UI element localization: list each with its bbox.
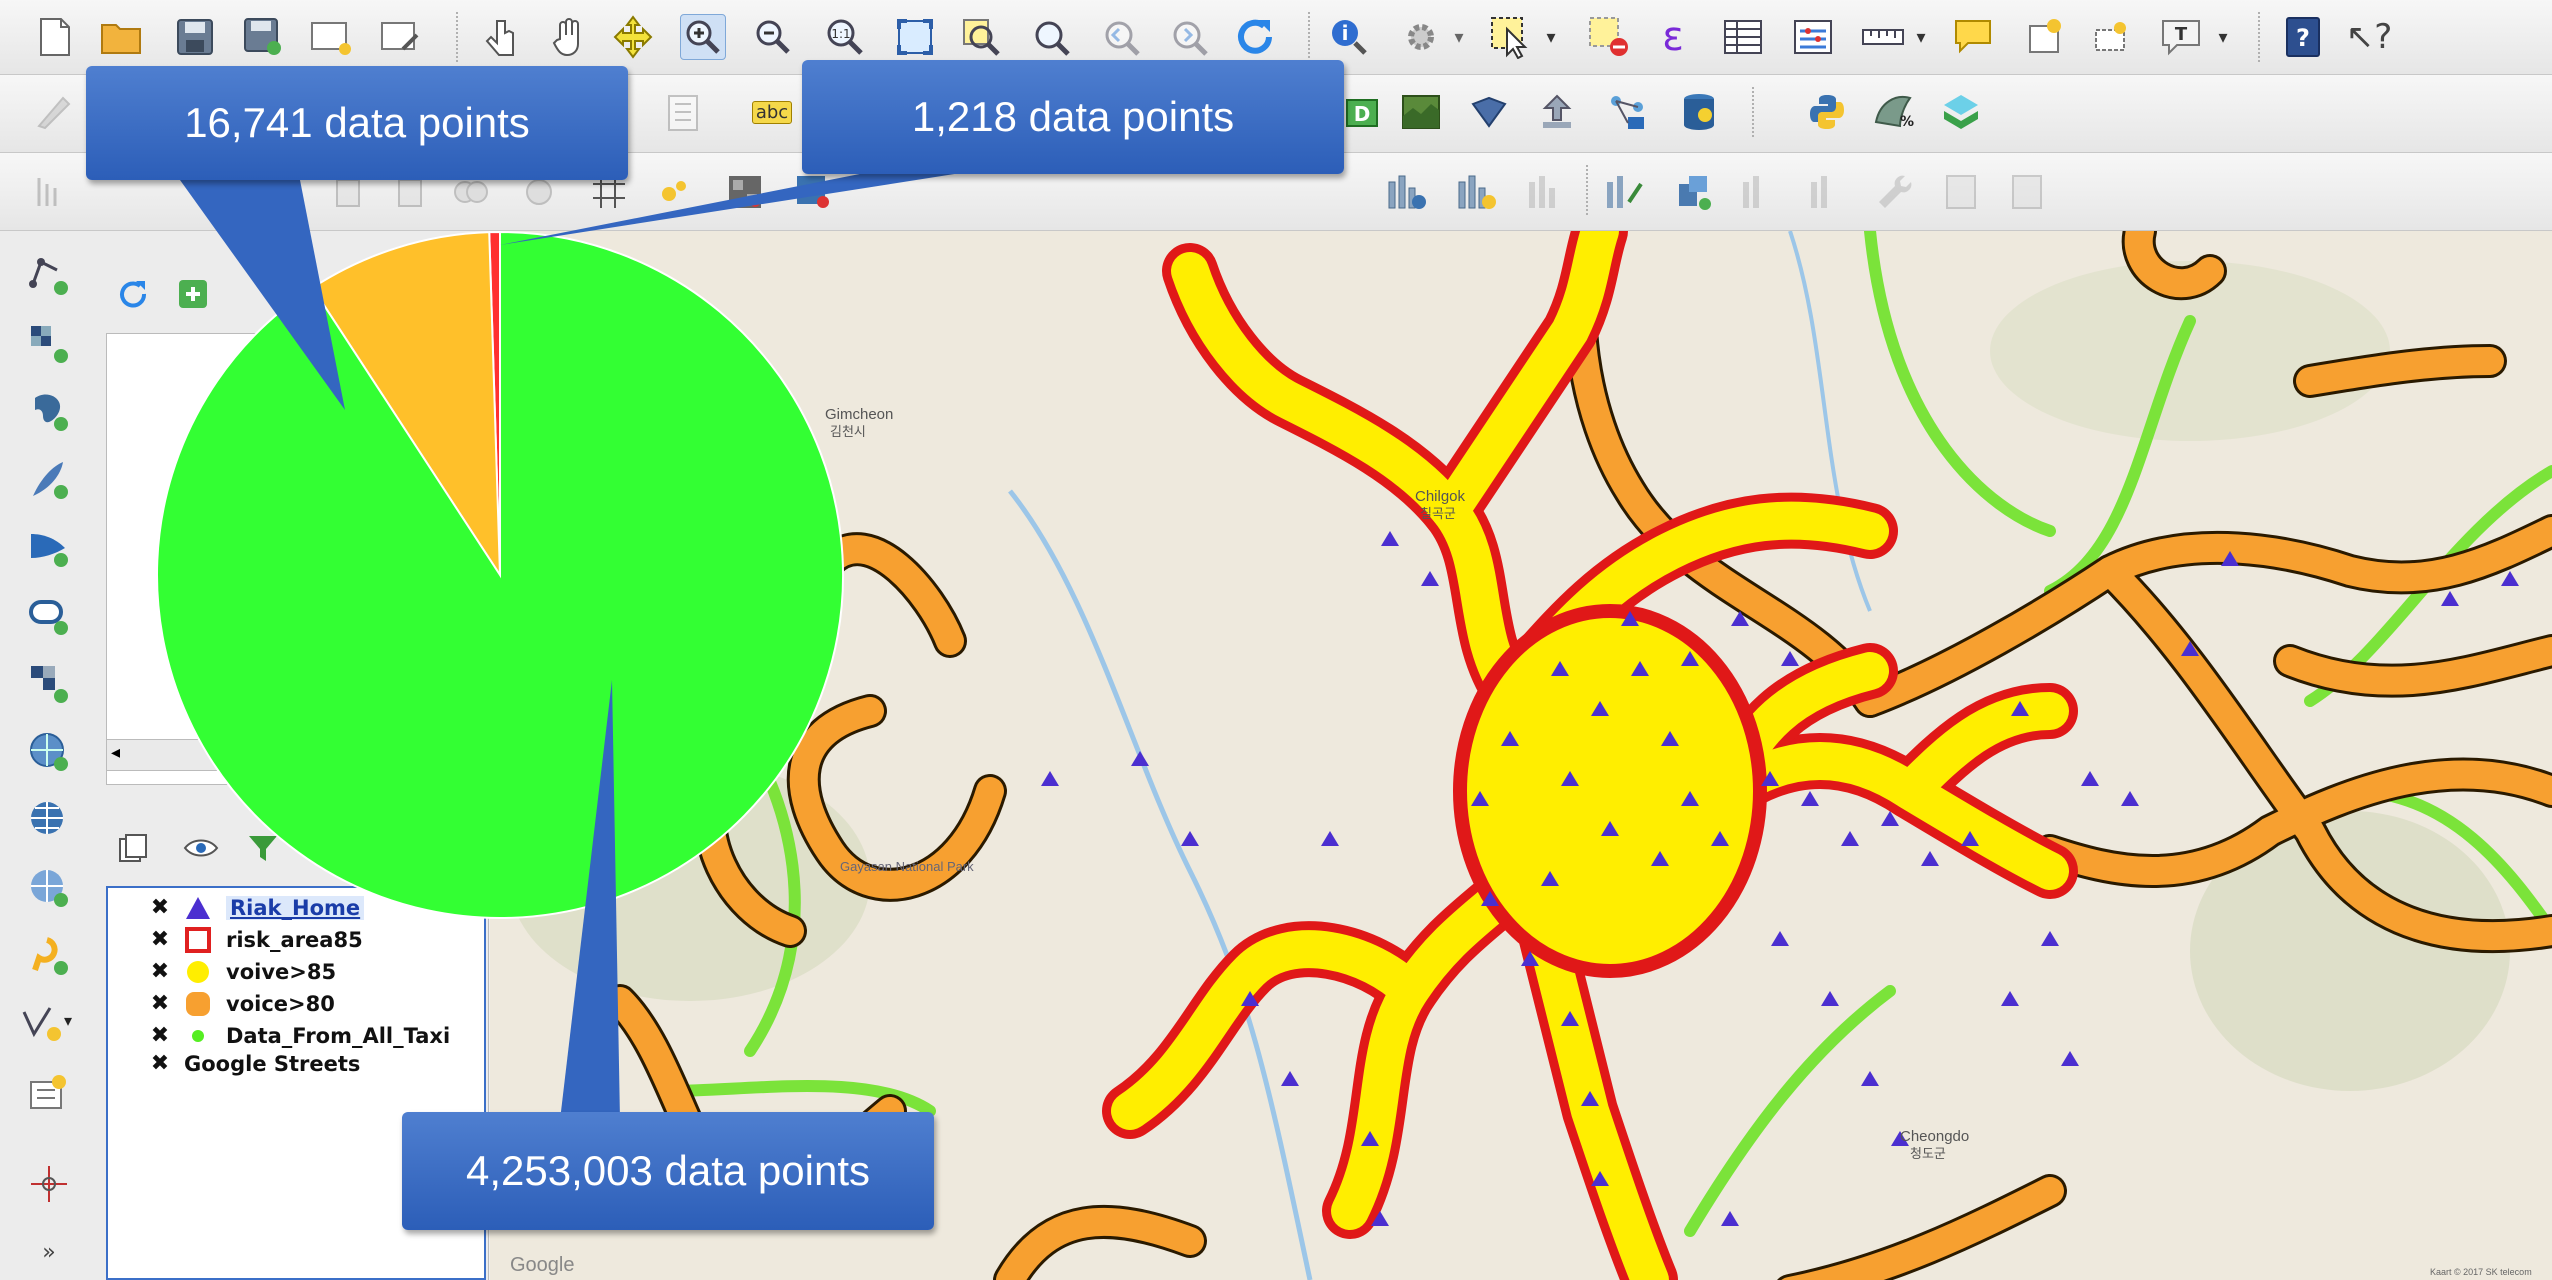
pie-slice-data-from-all-taxi xyxy=(156,230,844,919)
callout-green-count: 4,253,003 data points xyxy=(402,1112,934,1230)
callout-orange-count: 16,741 data points xyxy=(86,66,628,180)
callout-red-count: 1,218 data points xyxy=(802,60,1344,174)
data-points-pie-chart xyxy=(156,230,844,919)
